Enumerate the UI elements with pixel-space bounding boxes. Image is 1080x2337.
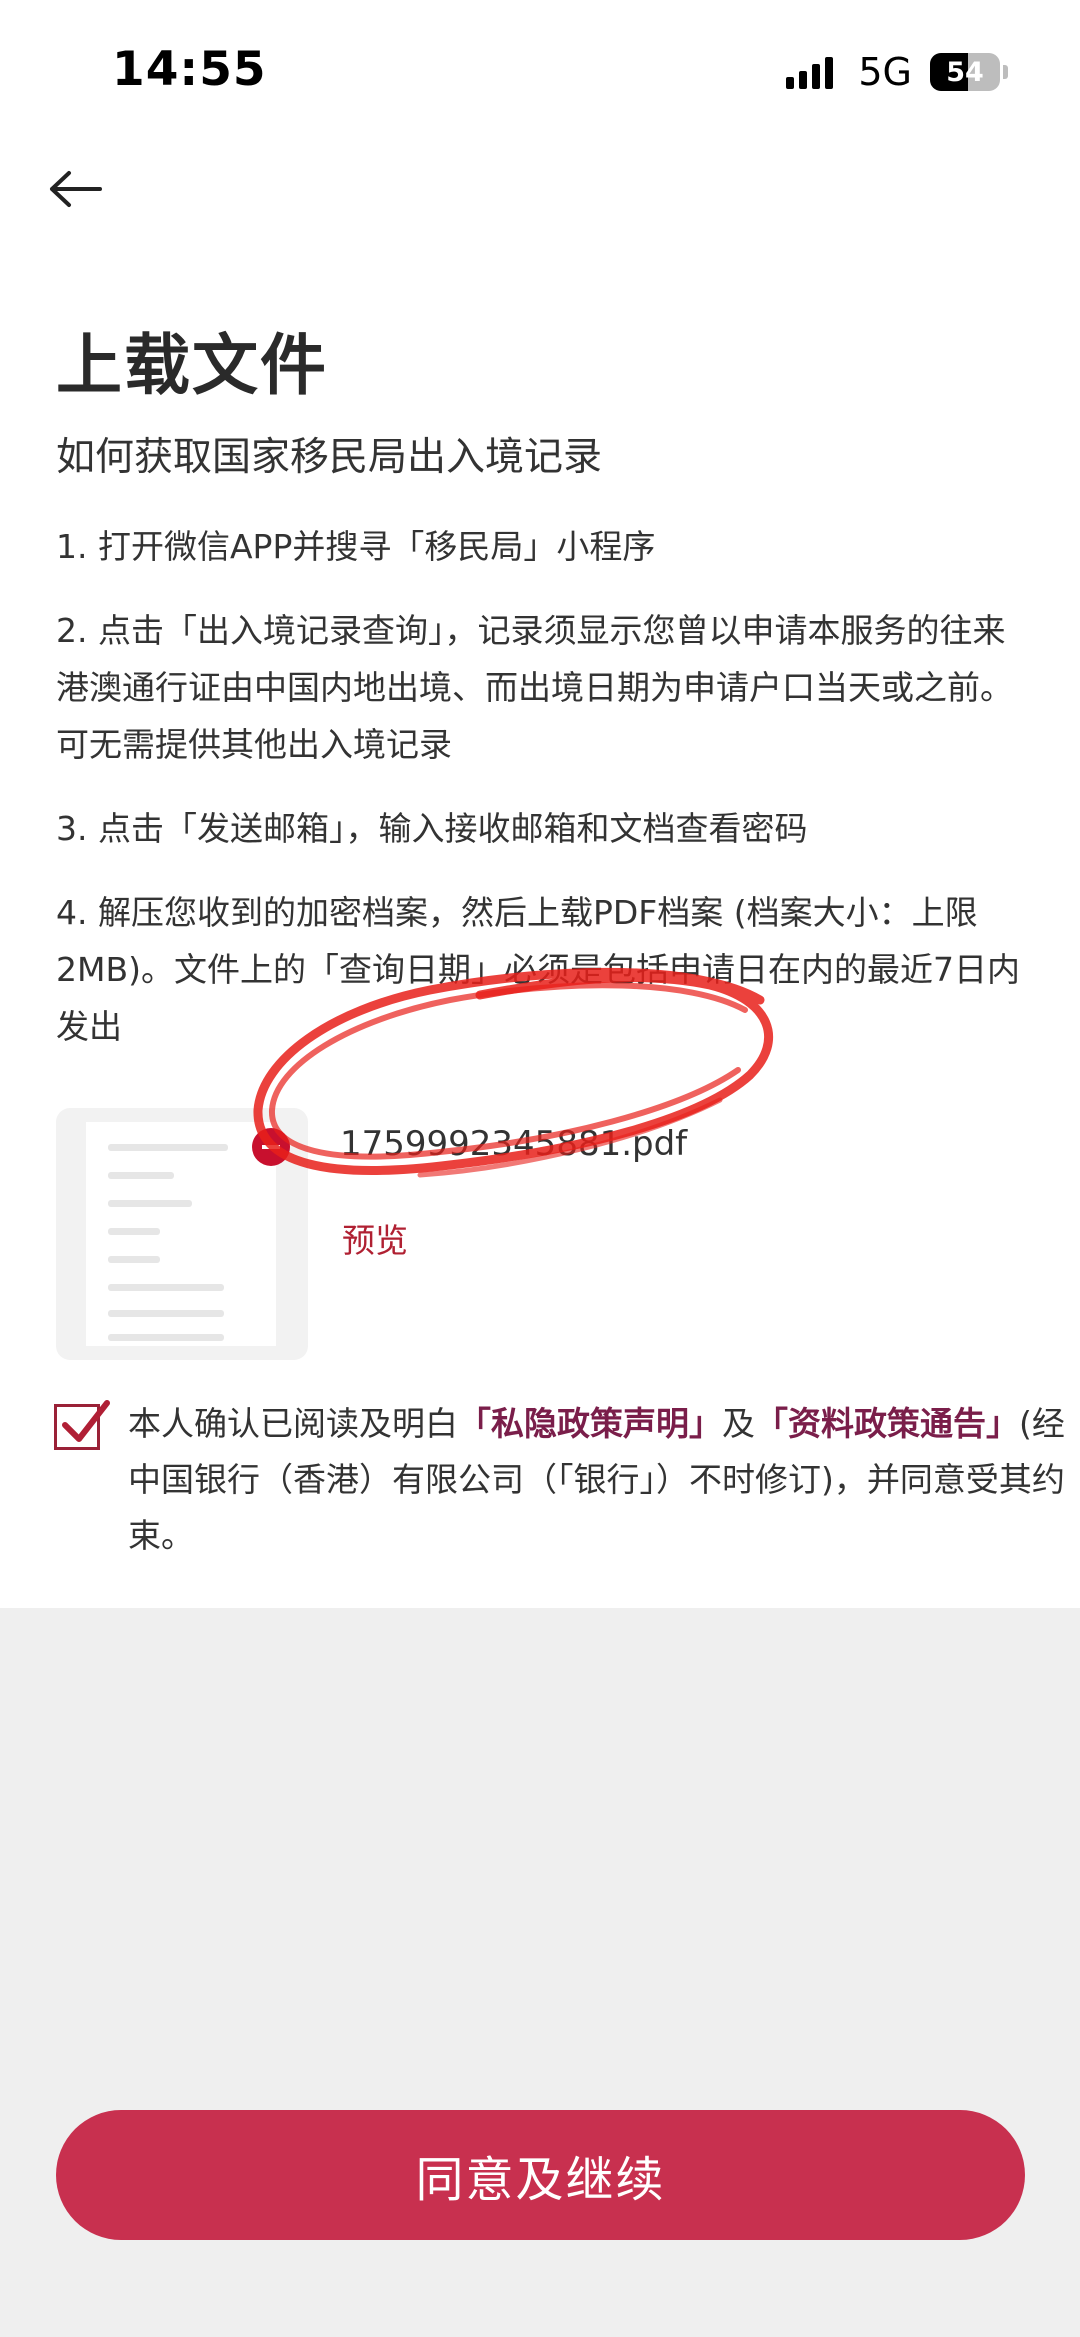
- document-line: [108, 1334, 224, 1341]
- arrow-left-icon: [50, 171, 102, 207]
- consent-text-before: 本人确认已阅读及明白: [128, 1404, 458, 1443]
- instruction-step: 1. 打开微信APP并搜寻「移民局」小程序: [56, 527, 656, 566]
- network-type: 5G: [858, 50, 912, 94]
- consent-checkbox[interactable]: [54, 1400, 110, 1450]
- page-title: 上载文件: [56, 327, 328, 404]
- document-line: [108, 1172, 174, 1179]
- document-line: [108, 1228, 160, 1235]
- status-bar: 14:55 5G 54: [0, 0, 1080, 140]
- signal-icon: [786, 55, 838, 89]
- document-line: [108, 1200, 192, 1207]
- remove-icon[interactable]: [252, 1128, 290, 1166]
- status-time: 14:55: [112, 42, 267, 97]
- consent-text: 本人确认已阅读及明白「私隐政策声明」及「资料政策通告」(经中国银行（香港）有限公…: [128, 1396, 1080, 1564]
- checkmark-icon: [62, 1400, 110, 1442]
- file-name: 1759992345881.pdf: [340, 1124, 688, 1164]
- instructions-subtitle: 如何获取国家移民局出入境记录: [56, 435, 603, 480]
- document-line: [108, 1144, 228, 1151]
- document-line: [108, 1256, 160, 1263]
- instruction-step: 3. 点击「发送邮箱」，输入接收邮箱和文档查看密码: [56, 809, 808, 848]
- instruction-step: 2. 点击「出入境记录查询」，记录须显示您曾以申请本服务的往来港澳通行证由中国内…: [56, 611, 1013, 764]
- uploaded-file: 1759992345881.pdf 预览: [56, 1108, 1031, 1360]
- document-page: [86, 1122, 276, 1346]
- consent-and: 及: [722, 1404, 755, 1443]
- agree-continue-button[interactable]: 同意及继续: [56, 2110, 1025, 2240]
- instruction-step: 4. 解压您收到的加密档案，然后上载PDF档案 (档案大小：上限2MB)。文件上…: [56, 893, 1020, 1046]
- instructions: 如何获取国家移民局出入境记录 1. 打开微信APP并搜寻「移民局」小程序 2. …: [56, 430, 1031, 1082]
- battery-icon: 54: [930, 53, 1000, 91]
- battery-level: 54: [946, 56, 984, 88]
- document-line: [108, 1284, 224, 1291]
- battery-nub: [1003, 65, 1008, 79]
- preview-link[interactable]: 预览: [342, 1214, 408, 1262]
- back-button[interactable]: [44, 160, 114, 220]
- data-policy-link[interactable]: 「资料政策通告」: [755, 1404, 1019, 1443]
- document-line: [108, 1310, 224, 1317]
- status-indicators: 5G 54: [786, 50, 1008, 94]
- privacy-policy-link[interactable]: 「私隐政策声明」: [458, 1404, 722, 1443]
